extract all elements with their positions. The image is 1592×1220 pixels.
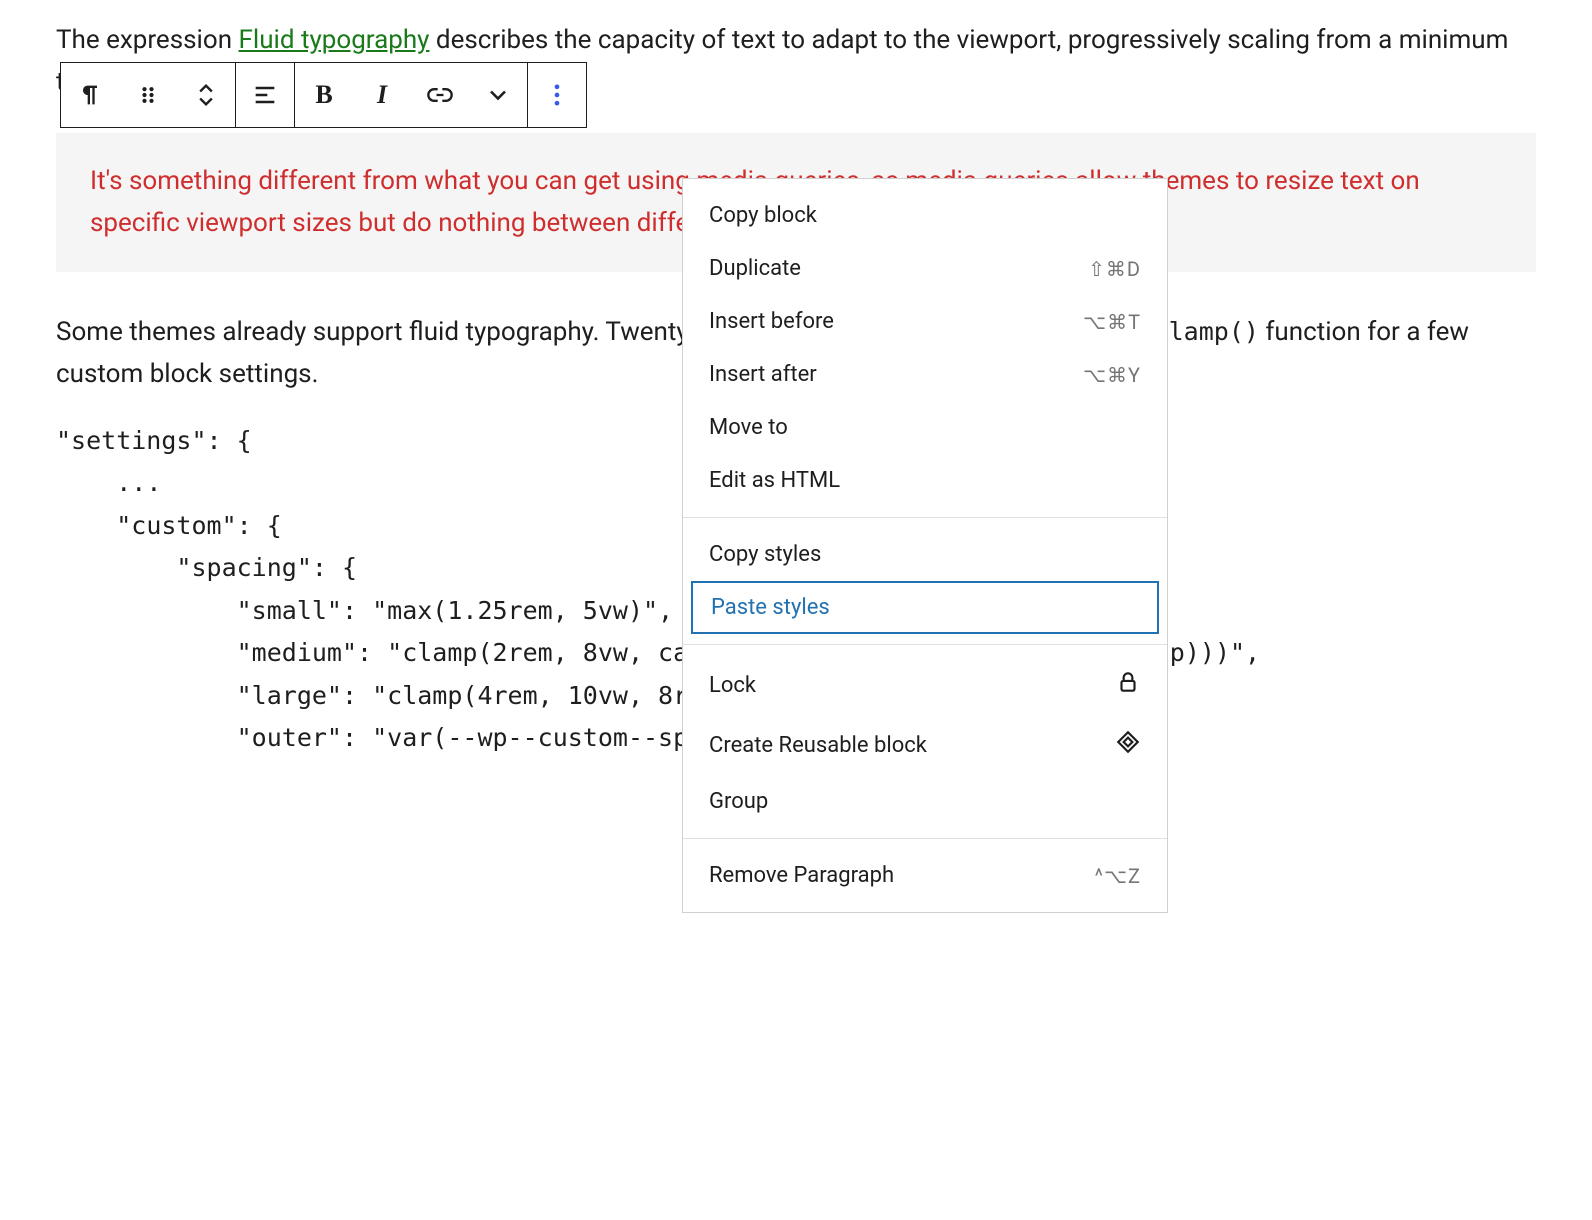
toolbar-group-options — [528, 63, 586, 127]
menu-remove[interactable]: Remove Paragraph ^⌥Z — [683, 849, 1167, 902]
menu-label: Insert before — [709, 309, 834, 334]
menu-label: Move to — [709, 415, 788, 440]
lock-icon — [1115, 669, 1141, 701]
menu-shortcut: ⇧⌘D — [1088, 257, 1141, 281]
menu-insert-before[interactable]: Insert before ⌥⌘T — [683, 295, 1167, 348]
drag-icon[interactable] — [119, 63, 177, 127]
menu-paste-styles[interactable]: Paste styles — [691, 581, 1159, 634]
menu-label: Duplicate — [709, 256, 801, 281]
align-icon[interactable] — [236, 63, 294, 127]
menu-section-4: Remove Paragraph ^⌥Z — [683, 839, 1167, 912]
bold-button[interactable]: B — [295, 63, 353, 127]
clamp-code: clamp() — [1154, 317, 1259, 346]
menu-edit-html[interactable]: Edit as HTML — [683, 454, 1167, 507]
menu-duplicate[interactable]: Duplicate ⇧⌘D — [683, 242, 1167, 295]
menu-group[interactable]: Group — [683, 775, 1167, 828]
menu-shortcut: ⌥⌘Y — [1083, 363, 1141, 387]
paragraph-icon[interactable] — [61, 63, 119, 127]
toolbar-group-format: B I — [295, 63, 528, 127]
reusable-icon — [1115, 729, 1141, 761]
menu-copy-styles[interactable]: Copy styles — [683, 528, 1167, 581]
block-options-menu: Copy block Duplicate ⇧⌘D Insert before ⌥… — [682, 178, 1168, 913]
menu-shortcut: ^⌥Z — [1095, 864, 1141, 888]
menu-label: Edit as HTML — [709, 468, 840, 493]
fluid-typography-link[interactable]: Fluid typography — [239, 25, 430, 55]
options-icon[interactable] — [528, 63, 586, 127]
menu-insert-after[interactable]: Insert after ⌥⌘Y — [683, 348, 1167, 401]
chevron-down-icon[interactable] — [469, 63, 527, 127]
menu-label: Group — [709, 789, 768, 814]
menu-lock[interactable]: Lock — [683, 655, 1167, 715]
menu-label: Paste styles — [711, 595, 830, 620]
menu-move-to[interactable]: Move to — [683, 401, 1167, 454]
block-toolbar: B I — [60, 62, 587, 128]
menu-label: Remove Paragraph — [709, 863, 894, 888]
move-icon[interactable] — [177, 63, 235, 127]
toolbar-group-block — [61, 63, 236, 127]
menu-label: Create Reusable block — [709, 733, 927, 758]
italic-button[interactable]: I — [353, 63, 411, 127]
menu-label: Insert after — [709, 362, 817, 387]
menu-section-3: Lock Create Reusable block Group — [683, 645, 1167, 839]
menu-section-1: Copy block Duplicate ⇧⌘D Insert before ⌥… — [683, 179, 1167, 518]
menu-shortcut: ⌥⌘T — [1083, 310, 1141, 334]
menu-copy-block[interactable]: Copy block — [683, 189, 1167, 242]
intro-text: The expression — [56, 25, 239, 55]
menu-label: Copy styles — [709, 542, 821, 567]
menu-label: Lock — [709, 673, 756, 698]
menu-create-reusable[interactable]: Create Reusable block — [683, 715, 1167, 775]
menu-label: Copy block — [709, 203, 817, 228]
para2-a: Some themes already support fluid typogr… — [56, 317, 605, 347]
link-icon[interactable] — [411, 63, 469, 127]
menu-section-2: Copy styles Paste styles — [683, 518, 1167, 645]
toolbar-group-align — [236, 63, 295, 127]
